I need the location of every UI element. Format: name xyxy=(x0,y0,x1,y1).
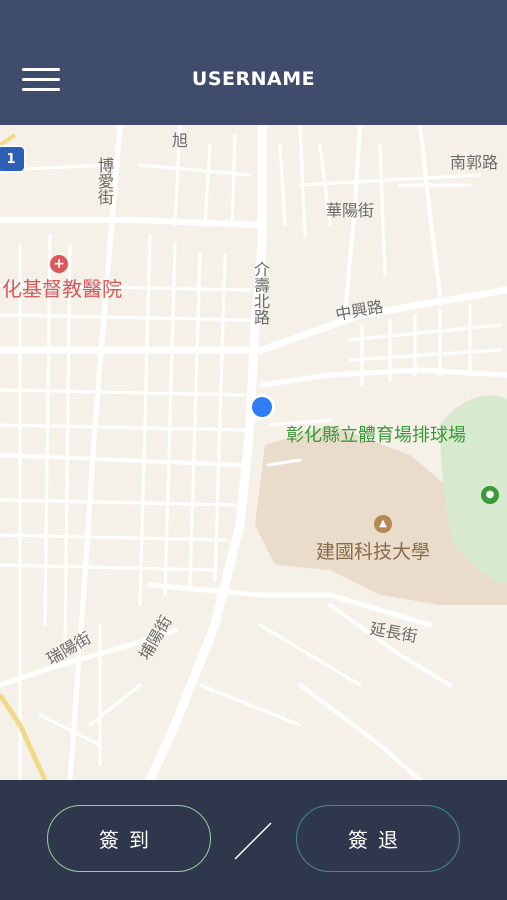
check-in-button[interactable]: 簽到 xyxy=(47,805,211,872)
park-icon: ● xyxy=(481,486,499,504)
route-shield-icon: 1 xyxy=(0,145,26,173)
map-view[interactable]: 1 + 化基督教醫院 南郭路 旭 博愛街 華陽街 介壽北路 中興路 彰化縣立體育… xyxy=(0,125,507,780)
top-navigation-bar: USERNAME xyxy=(0,0,507,125)
map-label-jieshou-north-road: 介壽北路 xyxy=(251,261,270,325)
map-label-hospital: 化基督教醫院 xyxy=(2,277,122,301)
divider-slash-icon xyxy=(234,822,272,860)
map-label-nanguo-road: 南郭路 xyxy=(450,153,499,172)
check-out-button[interactable]: 簽退 xyxy=(296,805,460,872)
map-label-university: 建國科技大學 xyxy=(316,541,431,563)
map-label-huayang-street: 華陽街 xyxy=(326,201,375,220)
map-label-stadium: 彰化縣立體育場排球場 xyxy=(286,425,466,446)
page-title: USERNAME xyxy=(191,68,316,90)
hospital-icon: + xyxy=(50,255,68,273)
map-canvas xyxy=(0,125,507,780)
bottom-action-bar: 簽到 簽退 xyxy=(0,780,507,900)
map-label-boai-street: 博愛街 xyxy=(95,157,114,205)
current-location-marker[interactable] xyxy=(249,394,275,420)
map-label-xu: 旭 xyxy=(172,131,189,150)
route-number: 1 xyxy=(6,151,16,167)
university-icon: ▲ xyxy=(374,515,392,533)
